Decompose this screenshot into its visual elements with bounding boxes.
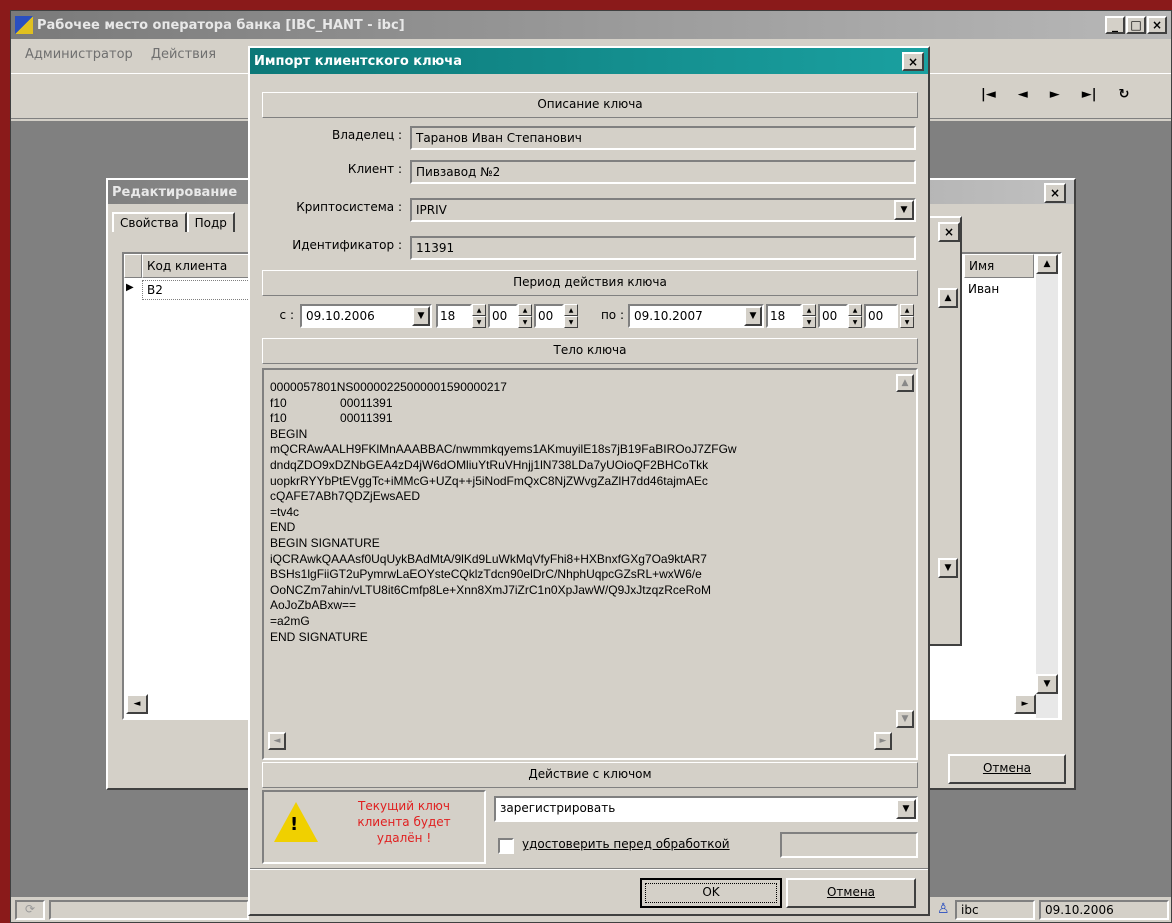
column-client-code[interactable]: Код клиента bbox=[142, 254, 262, 278]
edit-cancel-button[interactable]: Отмена bbox=[948, 754, 1066, 784]
verify-label[interactable]: удостоверить перед обработкой bbox=[522, 837, 730, 851]
to-hour-field[interactable]: 18 bbox=[766, 304, 802, 328]
client-field[interactable]: Пивзавод №2 bbox=[410, 160, 916, 184]
ok-button[interactable]: OK bbox=[640, 878, 782, 908]
edit-window-close-button[interactable]: × bbox=[1044, 183, 1066, 203]
cancel-button[interactable]: Отмена bbox=[786, 878, 916, 908]
tab-properties[interactable]: Свойства bbox=[112, 212, 187, 232]
scroll-left-icon[interactable]: ◄ bbox=[126, 694, 148, 714]
minimize-button[interactable]: _ bbox=[1105, 16, 1125, 34]
from-minute-field[interactable]: 00 bbox=[488, 304, 518, 328]
tab-departments[interactable]: Подр bbox=[186, 212, 235, 232]
hidden-scroll-down-icon[interactable]: ▼ bbox=[938, 558, 958, 578]
section-key-description: Описание ключа bbox=[262, 92, 918, 118]
to-date-dropdown-icon[interactable]: ▼ bbox=[744, 306, 762, 326]
client-label: Клиент : bbox=[347, 162, 402, 176]
key-body-textarea[interactable]: 0000057801NS00000225000001590000217 f10 … bbox=[262, 368, 918, 760]
scroll-down-icon[interactable]: ▼ bbox=[1036, 674, 1058, 694]
menu-administrator[interactable]: Администратор bbox=[25, 47, 133, 62]
verify-field[interactable] bbox=[780, 832, 918, 858]
first-record-button[interactable]: |◄ bbox=[981, 87, 996, 102]
menu-actions[interactable]: Действия bbox=[151, 47, 216, 62]
current-row-arrow-icon: ▶ bbox=[126, 282, 134, 293]
main-title-controls: _ □ × bbox=[1105, 16, 1167, 34]
key-scroll-left-icon[interactable]: ◄ bbox=[268, 732, 286, 750]
identifier-field[interactable]: 11391 bbox=[410, 236, 916, 260]
to-second-field[interactable]: 00 bbox=[864, 304, 898, 328]
app-icon bbox=[15, 16, 33, 34]
key-scroll-right-icon[interactable]: ► bbox=[874, 732, 892, 750]
refresh-button[interactable]: ↻ bbox=[1119, 87, 1130, 102]
section-key-period: Период действия ключа bbox=[262, 270, 918, 296]
action-select[interactable]: зарегистрировать bbox=[494, 796, 918, 822]
warning-exclamation-icon: ! bbox=[290, 814, 299, 835]
last-record-button[interactable]: ►| bbox=[1082, 87, 1097, 102]
menu-bar: Администратор Действия bbox=[25, 47, 216, 62]
section-key-body: Тело ключа bbox=[262, 338, 918, 364]
next-record-button[interactable]: ► bbox=[1050, 87, 1060, 102]
row-indicator-header bbox=[124, 254, 142, 278]
status-date: 09.10.2006 bbox=[1039, 900, 1169, 920]
key-body-text: 0000057801NS00000225000001590000217 f10 … bbox=[270, 380, 737, 644]
status-panel-left bbox=[49, 900, 249, 920]
status-user: ibc bbox=[955, 900, 1035, 920]
owner-field[interactable]: Таранов Иван Степанович bbox=[410, 126, 916, 150]
to-minute-field[interactable]: 00 bbox=[818, 304, 848, 328]
prev-record-button[interactable]: ◄ bbox=[1018, 87, 1028, 102]
section-key-action: Действие с ключом bbox=[262, 762, 918, 788]
crypto-label: Криптосистема : bbox=[296, 200, 402, 214]
main-title-bar: Рабочее место оператора банка [IBC_HANT … bbox=[11, 11, 1171, 39]
dialog-title-bar: Импорт клиентского ключа bbox=[250, 48, 928, 74]
crypto-dropdown-icon[interactable]: ▼ bbox=[894, 200, 914, 220]
table-row[interactable]: B2 bbox=[142, 280, 262, 300]
owner-label: Владелец : bbox=[331, 128, 402, 142]
verify-checkbox[interactable] bbox=[498, 838, 514, 854]
dialog-title: Импорт клиентского ключа bbox=[254, 53, 462, 69]
table-cell-name[interactable]: Иван bbox=[964, 280, 1034, 300]
from-date-dropdown-icon[interactable]: ▼ bbox=[412, 306, 430, 326]
to-label: по : bbox=[600, 308, 624, 322]
from-second-spinner[interactable]: ▲ ▼ bbox=[564, 304, 578, 328]
scroll-right-icon[interactable]: ► bbox=[1014, 694, 1036, 714]
to-hour-spinner[interactable]: ▲ ▼ bbox=[802, 304, 816, 328]
from-hour-spinner[interactable]: ▲ ▼ bbox=[472, 304, 486, 328]
close-main-button[interactable]: × bbox=[1147, 16, 1167, 34]
to-minute-spinner[interactable]: ▲ ▼ bbox=[848, 304, 862, 328]
edit-window-title: Редактирование bbox=[112, 184, 238, 200]
crypto-select[interactable]: IPRIV bbox=[410, 198, 916, 222]
status-icon: ⟳ bbox=[15, 900, 45, 920]
edit-tabs: Свойства Подр bbox=[112, 212, 235, 232]
warning-text: Текущий ключ клиента будет удалён ! bbox=[357, 799, 451, 845]
hidden-dialog-close-icon[interactable]: × bbox=[938, 222, 960, 242]
from-hour-field[interactable]: 18 bbox=[436, 304, 472, 328]
from-label: с : bbox=[279, 308, 294, 322]
maximize-button[interactable]: □ bbox=[1126, 16, 1146, 34]
from-minute-spinner[interactable]: ▲ ▼ bbox=[518, 304, 532, 328]
table-vertical-scrollbar[interactable]: ▲ ▼ bbox=[1036, 254, 1058, 718]
user-icon: ♙ bbox=[937, 901, 950, 917]
from-second-field[interactable]: 00 bbox=[534, 304, 564, 328]
to-second-spinner[interactable]: ▲ ▼ bbox=[900, 304, 914, 328]
footer-divider bbox=[250, 868, 928, 870]
main-window-title: Рабочее место оператора банка [IBC_HANT … bbox=[37, 17, 405, 33]
scroll-up-icon[interactable]: ▲ bbox=[1036, 254, 1058, 274]
identifier-label: Идентификатор : bbox=[292, 238, 402, 252]
key-scroll-down-icon[interactable]: ▼ bbox=[896, 710, 914, 728]
warning-panel: ! Текущий ключ клиента будет удалён ! bbox=[262, 790, 486, 864]
column-name[interactable]: Имя bbox=[964, 254, 1034, 278]
key-scroll-up-icon[interactable]: ▲ bbox=[896, 374, 914, 392]
hidden-scroll-up-icon[interactable]: ▲ bbox=[938, 288, 958, 308]
record-navigator: |◄ ◄ ► ►| ↻ bbox=[981, 87, 1129, 102]
action-dropdown-icon[interactable]: ▼ bbox=[896, 799, 916, 819]
dialog-close-button[interactable]: × bbox=[902, 52, 924, 71]
import-key-dialog: Импорт клиентского ключа × Описание ключ… bbox=[248, 46, 930, 916]
